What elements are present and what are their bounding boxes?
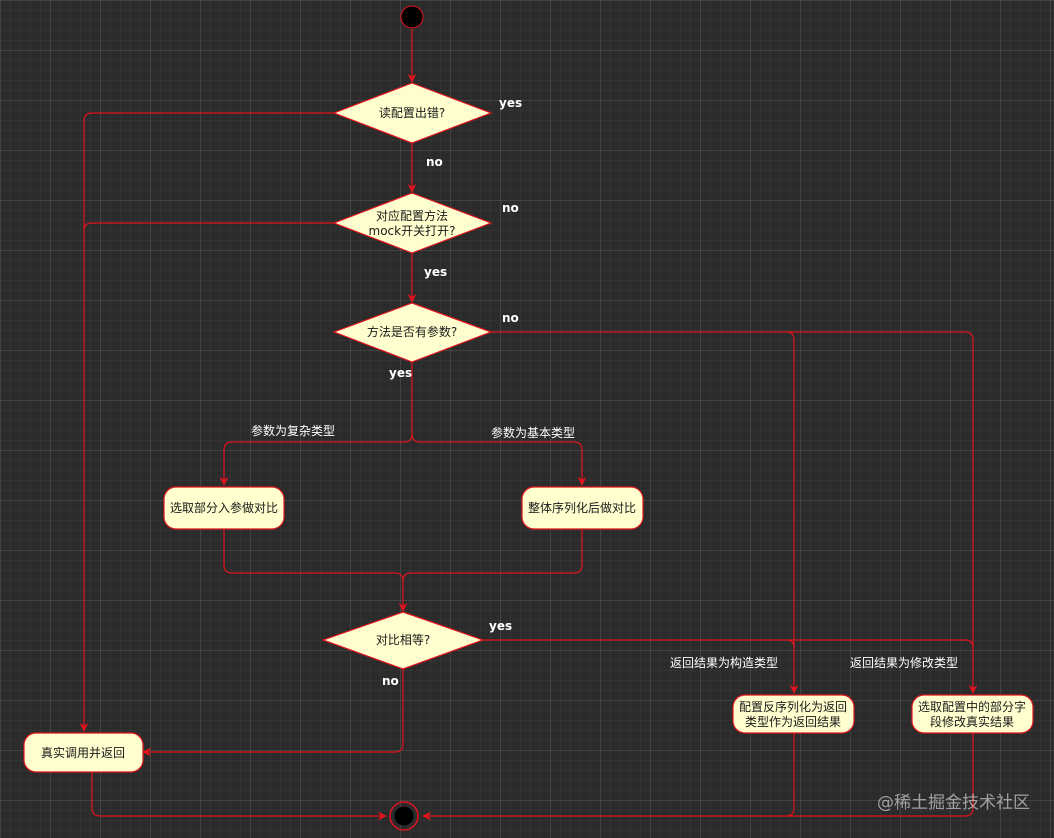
edge-deserialize-to-end xyxy=(422,733,795,821)
decision-mock-switch-label-1: 对应配置方法 xyxy=(376,208,448,223)
label-construct-type: 返回结果为构造类型 xyxy=(670,655,778,670)
action-full-compare-label: 整体序列化后做对比 xyxy=(528,500,636,515)
label-d3-yes: yes xyxy=(389,366,412,380)
action-modify-result: 选取配置中的部分字 段修改真实结果 xyxy=(911,694,1034,734)
label-d4-yes: yes xyxy=(489,619,512,633)
edge-realcall-to-end xyxy=(91,772,387,821)
action-real-call-label: 真实调用并返回 xyxy=(41,745,125,760)
edge-merge-partial xyxy=(223,529,408,612)
action-deserialize: 配置反序列化为返回 类型作为返回结果 xyxy=(732,694,855,734)
label-d4-no: no xyxy=(382,674,399,688)
edge-labels: yes no no yes no yes 参数为复杂类型 参数为基本类型 yes… xyxy=(251,96,958,688)
edge-d1-yes xyxy=(79,112,334,732)
action-partial-compare: 选取部分入参做对比 xyxy=(163,486,285,530)
edge-merge-full xyxy=(402,529,583,582)
end-node xyxy=(389,801,419,831)
decision-read-config-label: 读配置出错? xyxy=(379,106,445,120)
decision-compare-equal-label: 对比相等? xyxy=(376,633,430,647)
label-complex-param: 参数为复杂类型 xyxy=(251,423,335,438)
action-modify-result-label-2: 段修改真实结果 xyxy=(930,714,1014,729)
label-d1-yes: yes xyxy=(499,96,522,110)
action-full-compare: 整体序列化后做对比 xyxy=(521,486,644,530)
action-deserialize-label-2: 类型作为返回结果 xyxy=(745,715,841,729)
decision-compare-equal: 对比相等? xyxy=(321,611,485,670)
edge-d3-yes-basic xyxy=(411,433,587,486)
decision-has-params-label: 方法是否有参数? xyxy=(367,324,457,339)
edge-d4-no xyxy=(142,669,404,757)
edge-d4-yes xyxy=(483,639,974,649)
decision-mock-switch-label-2: mock开关打开? xyxy=(369,224,456,238)
action-deserialize-label-1: 配置反序列化为返回 xyxy=(739,699,847,714)
edge-d4-yes-branch xyxy=(786,639,795,649)
label-d2-yes: yes xyxy=(424,265,447,279)
label-modify-type: 返回结果为修改类型 xyxy=(850,655,958,670)
start-node xyxy=(400,5,424,29)
decision-read-config: 读配置出错? xyxy=(332,82,493,144)
label-d3-no: no xyxy=(502,311,519,325)
watermark: @稀土掘金技术社区 xyxy=(877,793,1030,813)
action-modify-result-label-1: 选取配置中的部分字 xyxy=(918,699,1026,714)
label-d1-no: no xyxy=(426,155,443,169)
action-real-call: 真实调用并返回 xyxy=(23,732,144,773)
action-partial-compare-label: 选取部分入参做对比 xyxy=(170,500,278,515)
edge-d3-no-branch xyxy=(786,331,799,694)
activity-diagram: 读配置出错? 对应配置方法 mock开关打开? 方法是否有参数? 对比相等? 选… xyxy=(23,5,1034,831)
label-basic-param: 参数为基本类型 xyxy=(491,425,575,440)
decision-has-params: 方法是否有参数? xyxy=(332,302,493,363)
edge-d2-no xyxy=(83,222,334,232)
decision-mock-switch: 对应配置方法 mock开关打开? xyxy=(332,192,493,254)
label-d2-no: no xyxy=(502,201,519,215)
